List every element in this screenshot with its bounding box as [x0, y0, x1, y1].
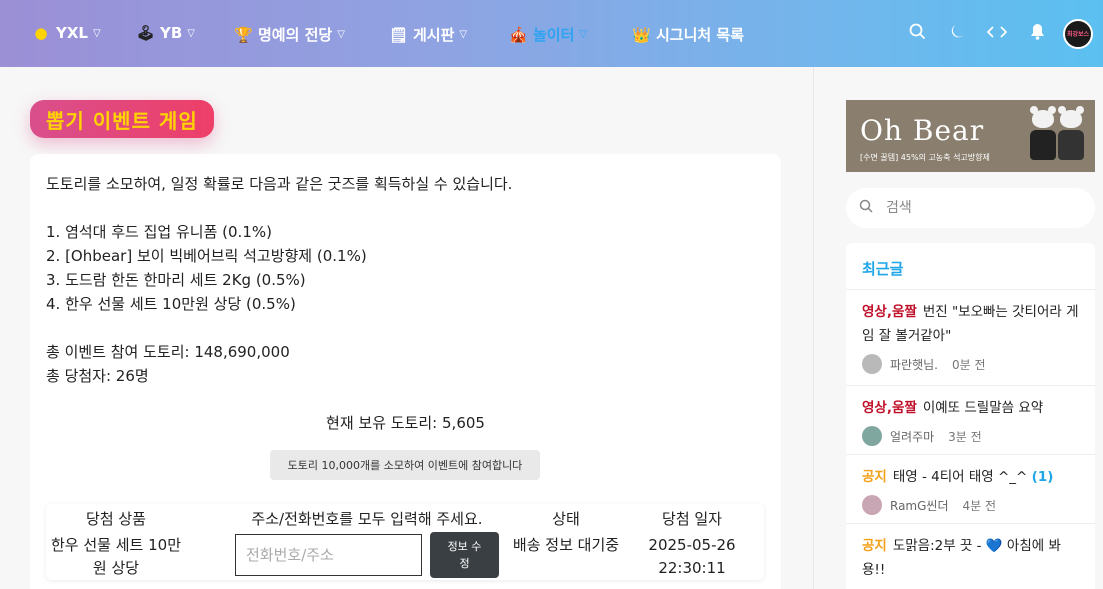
header-address: 주소/전화번호를 모두 입력해 주세요.	[251, 510, 483, 528]
trophy-icon: 🏆	[234, 25, 253, 44]
ad-subtitle: [수면 꿀템] 45%의 고농축 석고방향제	[860, 153, 990, 162]
top-navigation: ● YXL ▽ 🕹 YB ▽ 🏆 명예의 전당 ▽ 🗒 게시판 ▽ 🎪 놀이터 …	[0, 0, 1103, 67]
recent-posts: 최근글 영상,움짤 번진 "보오빠는 갓티어라 게임 잘 볼거같아" 파란햇님. …	[846, 243, 1095, 589]
description-line: 1. 염석대 후드 집업 유니폼 (0.1%)	[46, 223, 272, 241]
post-meta: 얼려주마 3분 전	[862, 426, 1079, 446]
post-author: 얼려주마	[890, 429, 935, 444]
win-date: 2025-05-26	[648, 536, 736, 554]
header-date: 당첨 일자	[662, 510, 722, 528]
cell-prize: 한우 선물 세트 10만원 상당	[51, 536, 181, 577]
post-category: 공지	[862, 538, 887, 554]
nav-item-yxl[interactable]: ● YXL ▽	[32, 24, 101, 42]
post-author: 파란햇님.	[890, 357, 938, 372]
nav-item-label: 명예의 전당	[258, 26, 333, 44]
header-status: 상태	[552, 510, 580, 528]
nav-item-label: YB	[160, 24, 183, 42]
post-title: 태영 - 4티어 태영 ^_^	[892, 469, 1028, 485]
moon-icon[interactable]	[937, 23, 977, 45]
nav-item-label: 시그니처 목록	[656, 26, 745, 44]
user-avatar-icon	[862, 354, 882, 374]
search-icon	[846, 199, 886, 217]
post-title: 도맑음:2부 끗 - 💙 아침에 봐용!!	[862, 538, 1061, 578]
notepad-icon: 🗒	[389, 25, 409, 44]
chevron-down-icon: ▽	[187, 27, 195, 39]
code-icon[interactable]	[977, 24, 1017, 44]
joystick-icon: 🕹	[136, 24, 156, 42]
chevron-down-icon: ▽	[93, 27, 101, 39]
nav-item-label: 놀이터	[533, 26, 575, 44]
edit-info-button[interactable]: 정보 수정	[430, 532, 499, 578]
win-time: 22:30:11	[658, 559, 726, 577]
circus-tent-icon: 🎪	[509, 25, 528, 44]
avatar[interactable]: 최강보스	[1063, 18, 1093, 49]
description-line: 3. 도드람 한돈 한마리 세트 2Kg (0.5%)	[46, 271, 306, 289]
recent-posts-title: 최근글	[862, 260, 904, 278]
sidebar-search	[846, 188, 1095, 228]
post-line: 공지 태영 - 4티어 태영 ^_^ (1)	[862, 465, 1079, 489]
post-category: 공지	[862, 469, 887, 485]
join-event-button[interactable]: 도토리 10,000개를 소모하여 이벤트에 참여합니다	[270, 450, 540, 480]
bear-figure-image	[1058, 106, 1084, 164]
description-line	[46, 316, 512, 340]
list-item[interactable]: 영상,움짤 이예또 드릴말씀 요약 얼려주마 3분 전	[846, 385, 1095, 455]
current-acorns: 현재 보유 도토리: 5,605	[326, 414, 485, 432]
description-line: 총 이벤트 참여 도토리: 148,690,000	[46, 343, 290, 361]
ad-title: Oh Bear	[860, 114, 985, 147]
chevron-down-icon: ▽	[337, 29, 345, 40]
nav-item-label: YXL	[56, 24, 88, 42]
cell-status: 배송 정보 대기중	[512, 536, 620, 554]
post-category: 영상,움짤	[862, 400, 917, 416]
address-input[interactable]	[235, 534, 422, 576]
nav-item-label: 게시판	[413, 26, 455, 44]
post-meta: 파란햇님. 0분 전	[862, 354, 1079, 374]
user-avatar-icon	[862, 495, 882, 515]
post-time: 3분 전	[948, 429, 982, 444]
nav-item-playground[interactable]: 🎪 놀이터 ▽	[509, 24, 587, 45]
header-prize: 당첨 상품	[86, 510, 146, 528]
page-title: 뽑기 이벤트 게임	[30, 100, 214, 138]
event-description: 도토리를 소모하여, 일정 확률로 다음과 같은 굿즈를 획득하실 수 있습니다…	[46, 172, 512, 388]
edit-info-label: 정보 수정	[447, 540, 482, 570]
description-line: 도토리를 소모하여, 일정 확률로 다음과 같은 굿즈를 획득하실 수 있습니다…	[46, 175, 513, 193]
post-time: 4분 전	[962, 498, 997, 513]
post-line: 영상,움짤 번진 "보오빠는 갓티어라 게임 잘 볼거같아"	[862, 300, 1079, 348]
post-time: 0분 전	[951, 357, 986, 372]
user-avatar-icon	[862, 426, 882, 446]
nav-item-yb[interactable]: 🕹 YB ▽	[136, 24, 195, 42]
list-item[interactable]: 공지 도맑음:2부 끗 - 💙 아침에 봐용!!	[846, 523, 1095, 589]
search-input[interactable]	[886, 200, 1076, 216]
post-line: 공지 도맑음:2부 끗 - 💙 아침에 봐용!!	[862, 534, 1079, 582]
description-line: 2. [Ohbear] 보이 빅베어브릭 석고방향제 (0.1%)	[46, 247, 367, 265]
description-line	[46, 196, 512, 220]
description-line: 총 당첨자: 26명	[46, 367, 149, 385]
chevron-down-icon: ▽	[579, 29, 588, 40]
post-author: RamG씬더	[890, 498, 949, 513]
nav-item-board[interactable]: 🗒 게시판 ▽	[389, 24, 467, 45]
nav-item-signature-list[interactable]: 👑 시그니처 목록	[632, 24, 744, 45]
bear-figure-image	[1030, 106, 1056, 164]
crown-icon: 👑	[632, 25, 651, 44]
search-icon[interactable]	[897, 23, 937, 45]
coin-icon: ●	[34, 24, 48, 42]
winning-table: 당첨 상품 주소/전화번호를 모두 입력해 주세요. 상태 당첨 일자 한우 선…	[46, 504, 764, 580]
ad-banner[interactable]: Oh Bear [수면 꿀템] 45%의 고농축 석고방향제	[846, 100, 1095, 172]
avatar-text: 최강보스	[1066, 31, 1090, 38]
description-line: 4. 한우 선물 세트 10만원 상당 (0.5%)	[46, 295, 296, 313]
list-item[interactable]: 영상,움짤 번진 "보오빠는 갓티어라 게임 잘 볼거같아" 파란햇님. 0분 전	[846, 289, 1095, 385]
comment-count: (1)	[1031, 469, 1054, 485]
cell-date: 2025-05-26 22:30:11	[636, 534, 748, 580]
post-line: 영상,움짤 이예또 드릴말씀 요약	[862, 396, 1079, 420]
post-meta: RamG씬더 4분 전	[862, 495, 1079, 515]
list-item[interactable]: 공지 태영 - 4티어 태영 ^_^ (1) RamG씬더 4분 전	[846, 454, 1095, 524]
post-title: 이예또 드릴말씀 요약	[922, 400, 1044, 416]
post-category: 영상,움짤	[862, 304, 917, 320]
bell-icon[interactable]	[1017, 23, 1057, 45]
nav-right-tools: 최강보스	[897, 0, 1103, 67]
nav-item-hall-of-fame[interactable]: 🏆 명예의 전당 ▽	[234, 24, 345, 45]
chevron-down-icon: ▽	[459, 29, 468, 40]
